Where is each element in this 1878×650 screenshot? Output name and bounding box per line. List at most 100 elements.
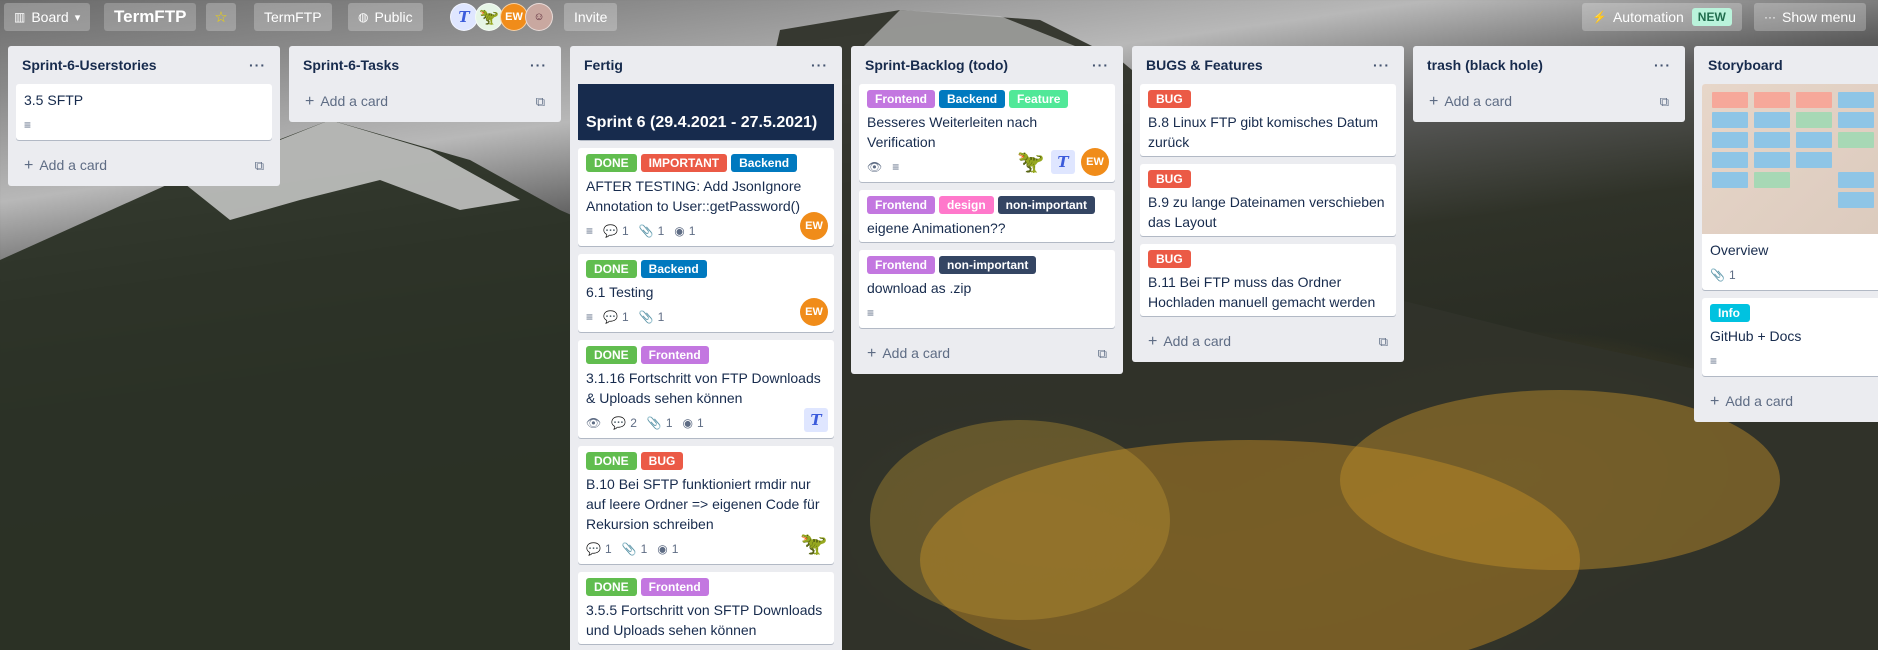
list-menu-icon[interactable]: ··· [1092,57,1109,73]
board-icon: ▥ [14,10,26,24]
list-title[interactable]: Sprint-6-Userstories [22,57,157,73]
sprint-header: Sprint 6 (29.4.2021 - 27.5.2021) [578,84,834,140]
list-title[interactable]: BUGS & Features [1146,57,1263,73]
card-label[interactable]: BUG [1148,170,1191,188]
card[interactable]: Frontend design non-important eigene Animat… [859,190,1115,242]
card-title: 3.5.5 Fortschritt von SFTP Downloads und… [586,602,823,638]
invite-button[interactable]: Invite [564,3,618,31]
board-members: T 🦖 EW ☺ [450,3,553,31]
card-label[interactable]: Feature [1009,90,1069,108]
template-icon[interactable]: ⧉ [1379,334,1388,350]
member-avatar-dino[interactable]: 🦖 [475,3,503,31]
card-label[interactable]: BUG [1148,90,1191,108]
card[interactable]: 3.5 SFTP ≡ [16,84,272,140]
board-view-button[interactable]: ▥ Board ▾ [4,3,91,31]
list-menu-icon[interactable]: ··· [1373,57,1390,73]
card-label[interactable]: Backend [640,260,707,278]
card-label[interactable]: design [939,196,994,214]
card-label[interactable]: DONE [586,260,637,278]
member-avatar[interactable]: EW [800,212,828,240]
card[interactable]: DONE BUG B.10 Bei SFTP funktioniert rmdir … [578,446,834,564]
visibility-button[interactable]: ◍ Public [348,3,423,31]
attachments-badge: 📎 1 [639,310,665,324]
card-label[interactable]: Backend [939,90,1006,108]
add-card-button[interactable]: +Add a card⧉ [1702,384,1878,420]
card-label[interactable]: BUG [1148,250,1191,268]
member-avatar[interactable]: T [804,408,828,432]
card[interactable]: BUG B.9 zu lange Dateinamen verschieben d… [1140,164,1396,236]
paperclip-icon: 📎 [638,310,654,324]
board-canvas: Sprint-6-Userstories ··· 3.5 SFTP ≡ + Add a c… [8,46,1878,650]
card[interactable]: Info GitHub + Docs ≡ [1702,298,1878,376]
automation-button[interactable]: ⚡ Automation NEW [1582,3,1742,31]
card-label[interactable]: BUG [640,452,684,470]
card[interactable]: DONE Backend 6.1 Testing ≡ 💬 1 📎 1 EW [578,254,834,332]
card[interactable]: BUG B.11 Bei FTP muss das Ordner Hochlade… [1140,244,1396,316]
card-label[interactable]: Frontend [640,346,709,364]
member-avatar-photo[interactable]: ☺ [525,3,553,31]
card-label[interactable]: DONE [586,154,637,172]
add-card-button[interactable]: +Add a card⧉ [1421,84,1677,120]
card-badges: ≡ [867,302,1107,324]
add-card-label: Add a card [39,157,108,173]
member-avatar[interactable]: EW [800,298,828,326]
card-label[interactable]: Frontend [640,578,709,596]
card[interactable]: BUG B.8 Linux FTP gibt komisches Datum zu… [1140,84,1396,156]
member-avatar-t[interactable]: T [1051,150,1075,174]
card-badges: 📎 1 [1710,264,1878,286]
list-title[interactable]: Sprint-6-Tasks [303,57,399,73]
card-label[interactable]: non-important [997,196,1095,214]
card[interactable]: Frontend Backend Feature Besseres Weiterlei… [859,84,1115,182]
sprint-header-card[interactable]: Sprint 6 (29.4.2021 - 27.5.2021) [578,84,834,140]
card-label[interactable]: Frontend [867,196,935,214]
list-header: Fertig ··· [578,46,834,84]
card-label[interactable]: IMPORTANT [640,154,728,172]
sticky-note [1712,112,1748,128]
card[interactable]: DONE IMPORTANT Backend AFTER TESTING: Add J… [578,148,834,246]
card[interactable]: Frontend non-important download as .zip ≡ [859,250,1115,328]
card-labels: DONE Backend [586,260,826,278]
template-icon[interactable]: ⧉ [255,158,264,174]
list-menu-icon[interactable]: ··· [1654,57,1671,73]
card-label[interactable]: Frontend [867,256,935,274]
board-title[interactable]: TermFTP [104,3,197,31]
list-menu-icon[interactable]: ··· [811,57,828,73]
visibility-label: Public [374,9,413,25]
card-label[interactable]: non-important [939,256,1037,274]
dino-icon: 🦖 [479,9,499,26]
star-icon: ☆ [214,9,228,26]
member-avatar-t[interactable]: T [450,3,478,31]
card-label[interactable]: DONE [586,452,637,470]
star-button[interactable]: ☆ [206,3,236,31]
member-avatar-dino[interactable]: 🦖 [800,530,828,558]
show-menu-button[interactable]: ··· Show menu [1754,3,1866,31]
template-icon[interactable]: ⧉ [1660,94,1669,110]
card[interactable]: DONE Frontend 3.5.5 Fortschritt von SFTP D… [578,572,834,644]
list-title[interactable]: Storyboard [1708,57,1783,73]
card-labels: Frontend Backend Feature [867,90,1107,108]
member-avatar-ew[interactable]: EW [1081,148,1109,176]
template-icon[interactable]: ⧉ [1098,346,1107,362]
card[interactable]: DONE Frontend 3.1.16 Fortschritt von FTP D… [578,340,834,438]
comment-icon: 💬 [603,224,618,238]
card[interactable]: Overview 📎 1 [1702,84,1878,290]
list-menu-icon[interactable]: ··· [530,57,547,73]
card-label[interactable]: DONE [586,578,637,596]
add-card-button[interactable]: +Add a card⧉ [297,84,553,120]
card-label[interactable]: Frontend [867,90,935,108]
add-card-button[interactable]: +Add a card⧉ [1140,324,1396,360]
add-card-button[interactable]: +Add a card⧉ [16,148,272,184]
card-label[interactable]: Backend [731,154,798,172]
list-menu-icon[interactable]: ··· [249,57,266,73]
member-avatar-ew[interactable]: EW [500,3,528,31]
card-label[interactable]: DONE [586,346,637,364]
workspace-button[interactable]: TermFTP [254,3,332,31]
template-icon[interactable]: ⧉ [536,94,545,110]
list-title[interactable]: trash (black hole) [1427,57,1543,73]
add-card-button[interactable]: +Add a card⧉ [859,336,1115,372]
list-title[interactable]: Fertig [584,57,623,73]
card-label[interactable]: Info [1710,304,1750,322]
member-avatar-dino[interactable]: 🦖 [1017,148,1045,176]
list-title[interactable]: Sprint-Backlog (todo) [865,57,1008,73]
plus-icon: + [1710,393,1720,410]
